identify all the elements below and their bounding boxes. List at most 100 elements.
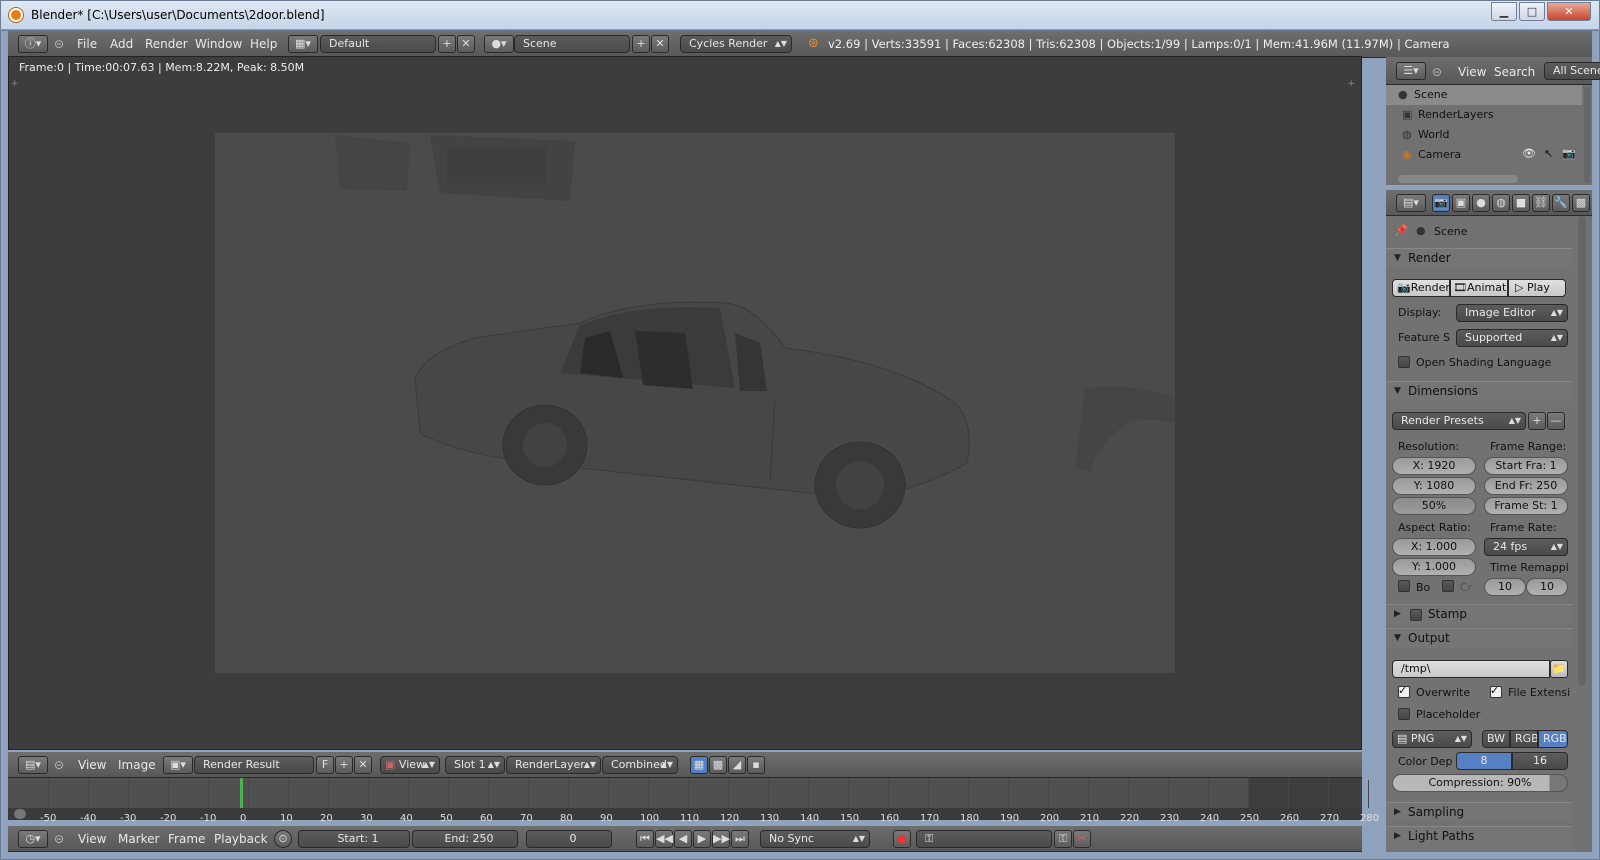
prev-keyframe-icon[interactable]: ◀◀ xyxy=(655,830,673,848)
render-engine-select[interactable]: Cycles Render ▲▼ xyxy=(680,35,792,53)
menu-view[interactable]: View xyxy=(78,752,106,778)
remap-new-field[interactable]: 10 xyxy=(1526,578,1568,596)
outliner-item-world[interactable]: World xyxy=(1418,128,1450,141)
sampling-section-header[interactable]: ▶ Sampling xyxy=(1386,802,1572,822)
alpha-checker-icon[interactable]: ▩ xyxy=(709,756,727,774)
outliner-item-renderlayers[interactable]: RenderLayers xyxy=(1418,108,1494,121)
display-select[interactable]: Image Editor ▲▼ xyxy=(1456,304,1568,322)
menu-view[interactable]: View xyxy=(78,826,106,852)
delete-keyframe-icon[interactable]: ✂ xyxy=(1073,830,1091,848)
menu-search[interactable]: Search xyxy=(1494,59,1535,85)
start-frame-field[interactable]: Start Fra: 1 xyxy=(1484,457,1568,475)
object-tab-icon[interactable]: ■ xyxy=(1512,194,1530,212)
current-frame-indicator[interactable] xyxy=(240,778,243,808)
render-button[interactable]: 📷Render xyxy=(1392,279,1450,297)
maximize-button[interactable]: □ xyxy=(1519,2,1545,21)
menu-frame[interactable]: Frame xyxy=(168,826,205,852)
resolution-percent-slider[interactable]: 50% xyxy=(1392,497,1476,515)
jump-start-icon[interactable]: ⏮ xyxy=(636,830,654,848)
collapse-menu-icon[interactable]: ⊝ xyxy=(54,826,64,852)
frame-step-field[interactable]: Frame St: 1 xyxy=(1484,497,1568,515)
outliner-item-scene[interactable]: Scene xyxy=(1414,88,1448,101)
render-tab-icon[interactable]: 📷 xyxy=(1432,194,1450,212)
slot-select[interactable]: Slot 1 ▲▼ xyxy=(445,756,505,774)
renderlayers-tab-icon[interactable]: ▣ xyxy=(1452,194,1470,212)
rgb-button[interactable]: RGB xyxy=(1510,730,1538,748)
crop-checkbox[interactable] xyxy=(1442,580,1454,592)
corner-handle-icon[interactable]: + xyxy=(11,79,19,89)
add-screen-icon[interactable]: + xyxy=(438,35,456,53)
compression-slider[interactable]: Compression: 90% xyxy=(1392,774,1568,792)
fake-user-button[interactable]: F xyxy=(316,756,334,774)
insert-keyframe-icon[interactable]: ⚿ xyxy=(1054,830,1072,848)
play-reverse-icon[interactable]: ◀ xyxy=(674,830,692,848)
resolution-y-field[interactable]: Y: 1080 xyxy=(1392,477,1476,495)
record-icon[interactable]: ● xyxy=(893,830,911,848)
preview-range-icon[interactable]: ⊙ xyxy=(274,830,292,848)
render-camera-icon[interactable]: 📷 xyxy=(1562,147,1576,160)
editor-type-properties-icon[interactable]: ▤▾ xyxy=(1396,194,1426,212)
bw-button[interactable]: BW xyxy=(1482,730,1510,748)
corner-handle-icon[interactable]: + xyxy=(1347,79,1355,89)
osl-checkbox[interactable] xyxy=(1398,356,1410,368)
timeline-scroll-handle[interactable] xyxy=(14,809,26,819)
placeholder-checkbox[interactable] xyxy=(1398,708,1410,720)
file-format-select[interactable]: ▤ PNG ▲▼ xyxy=(1392,730,1472,748)
pin-icon[interactable]: 📌 xyxy=(1394,224,1408,237)
scene-field[interactable]: Scene xyxy=(514,35,630,53)
properties-scrollbar[interactable] xyxy=(1578,216,1586,686)
add-preset-icon[interactable]: + xyxy=(1528,412,1546,430)
menu-add[interactable]: Add xyxy=(110,31,133,57)
stamp-checkbox[interactable] xyxy=(1410,609,1422,621)
remove-screen-icon[interactable]: ✕ xyxy=(457,35,475,53)
outliner-hscroll[interactable] xyxy=(1398,175,1518,183)
depth-16-button[interactable]: 16 xyxy=(1512,752,1568,770)
animation-button[interactable]: 🎞Animati xyxy=(1450,279,1508,297)
editor-type-image-icon[interactable]: ▤▾ xyxy=(18,756,48,774)
menu-marker[interactable]: Marker xyxy=(118,826,159,852)
constraints-tab-icon[interactable]: ⛓ xyxy=(1532,194,1550,212)
stamp-section-header[interactable]: ▶ Stamp xyxy=(1386,604,1572,624)
keying-set-field[interactable]: ⚿ xyxy=(916,830,1052,848)
resolution-x-field[interactable]: X: 1920 xyxy=(1392,457,1476,475)
remove-scene-icon[interactable]: ✕ xyxy=(651,35,669,53)
display-mode-select[interactable]: All Scenes xyxy=(1544,62,1600,80)
editor-type-info-icon[interactable]: ⓘ▾ xyxy=(18,35,48,53)
folder-icon[interactable]: 📁 xyxy=(1550,660,1568,678)
output-section-header[interactable]: ▼ Output xyxy=(1386,628,1572,648)
minimize-button[interactable]: ▁ xyxy=(1491,2,1517,21)
feature-set-select[interactable]: Supported ▲▼ xyxy=(1456,329,1568,347)
depth-8-button[interactable]: 8 xyxy=(1456,752,1512,770)
close-button[interactable]: ✕ xyxy=(1547,2,1591,21)
menu-playback[interactable]: Playback xyxy=(214,826,268,852)
draw-image-icon[interactable]: ▦ xyxy=(690,756,708,774)
menu-file[interactable]: File xyxy=(77,31,97,57)
remove-preset-icon[interactable]: — xyxy=(1547,412,1565,430)
aspect-y-field[interactable]: Y: 1.000 xyxy=(1392,558,1476,576)
screen-layout-icon[interactable]: ▦▾ xyxy=(288,35,318,53)
menu-window[interactable]: Window xyxy=(195,31,242,57)
zbuffer-icon[interactable]: ◢ xyxy=(728,756,746,774)
editor-type-outliner-icon[interactable]: ☰▾ xyxy=(1396,62,1426,80)
screen-layout-field[interactable]: Default xyxy=(320,35,436,53)
border-checkbox[interactable] xyxy=(1398,580,1410,592)
menu-render[interactable]: Render xyxy=(145,31,188,57)
select-arrow-icon[interactable]: ↖ xyxy=(1544,147,1553,160)
end-frame-field[interactable]: End: 250 xyxy=(412,830,518,848)
outliner-item-camera[interactable]: Camera xyxy=(1418,148,1461,161)
renderlayer-select[interactable]: RenderLayer ▲▼ xyxy=(506,756,601,774)
collapse-menu-icon[interactable]: ⊝ xyxy=(54,752,64,778)
next-keyframe-icon[interactable]: ▶▶ xyxy=(712,830,730,848)
world-tab-icon[interactable]: ◍ xyxy=(1492,194,1510,212)
remap-old-field[interactable]: 10 xyxy=(1484,578,1526,596)
outliner-scrollbar[interactable] xyxy=(1584,87,1590,183)
scene-tab-icon[interactable]: ● xyxy=(1472,194,1490,212)
menu-view[interactable]: View xyxy=(1458,59,1486,85)
play-icon[interactable]: ▶ xyxy=(693,830,711,848)
start-frame-field[interactable]: Start: 1 xyxy=(298,830,410,848)
aspect-x-field[interactable]: X: 1.000 xyxy=(1392,538,1476,556)
output-path-field[interactable]: /tmp\ xyxy=(1392,660,1550,678)
modifiers-tab-icon[interactable]: 🔧 xyxy=(1552,194,1570,212)
menu-image[interactable]: Image xyxy=(118,752,156,778)
current-frame-field[interactable]: 0 xyxy=(526,830,612,848)
